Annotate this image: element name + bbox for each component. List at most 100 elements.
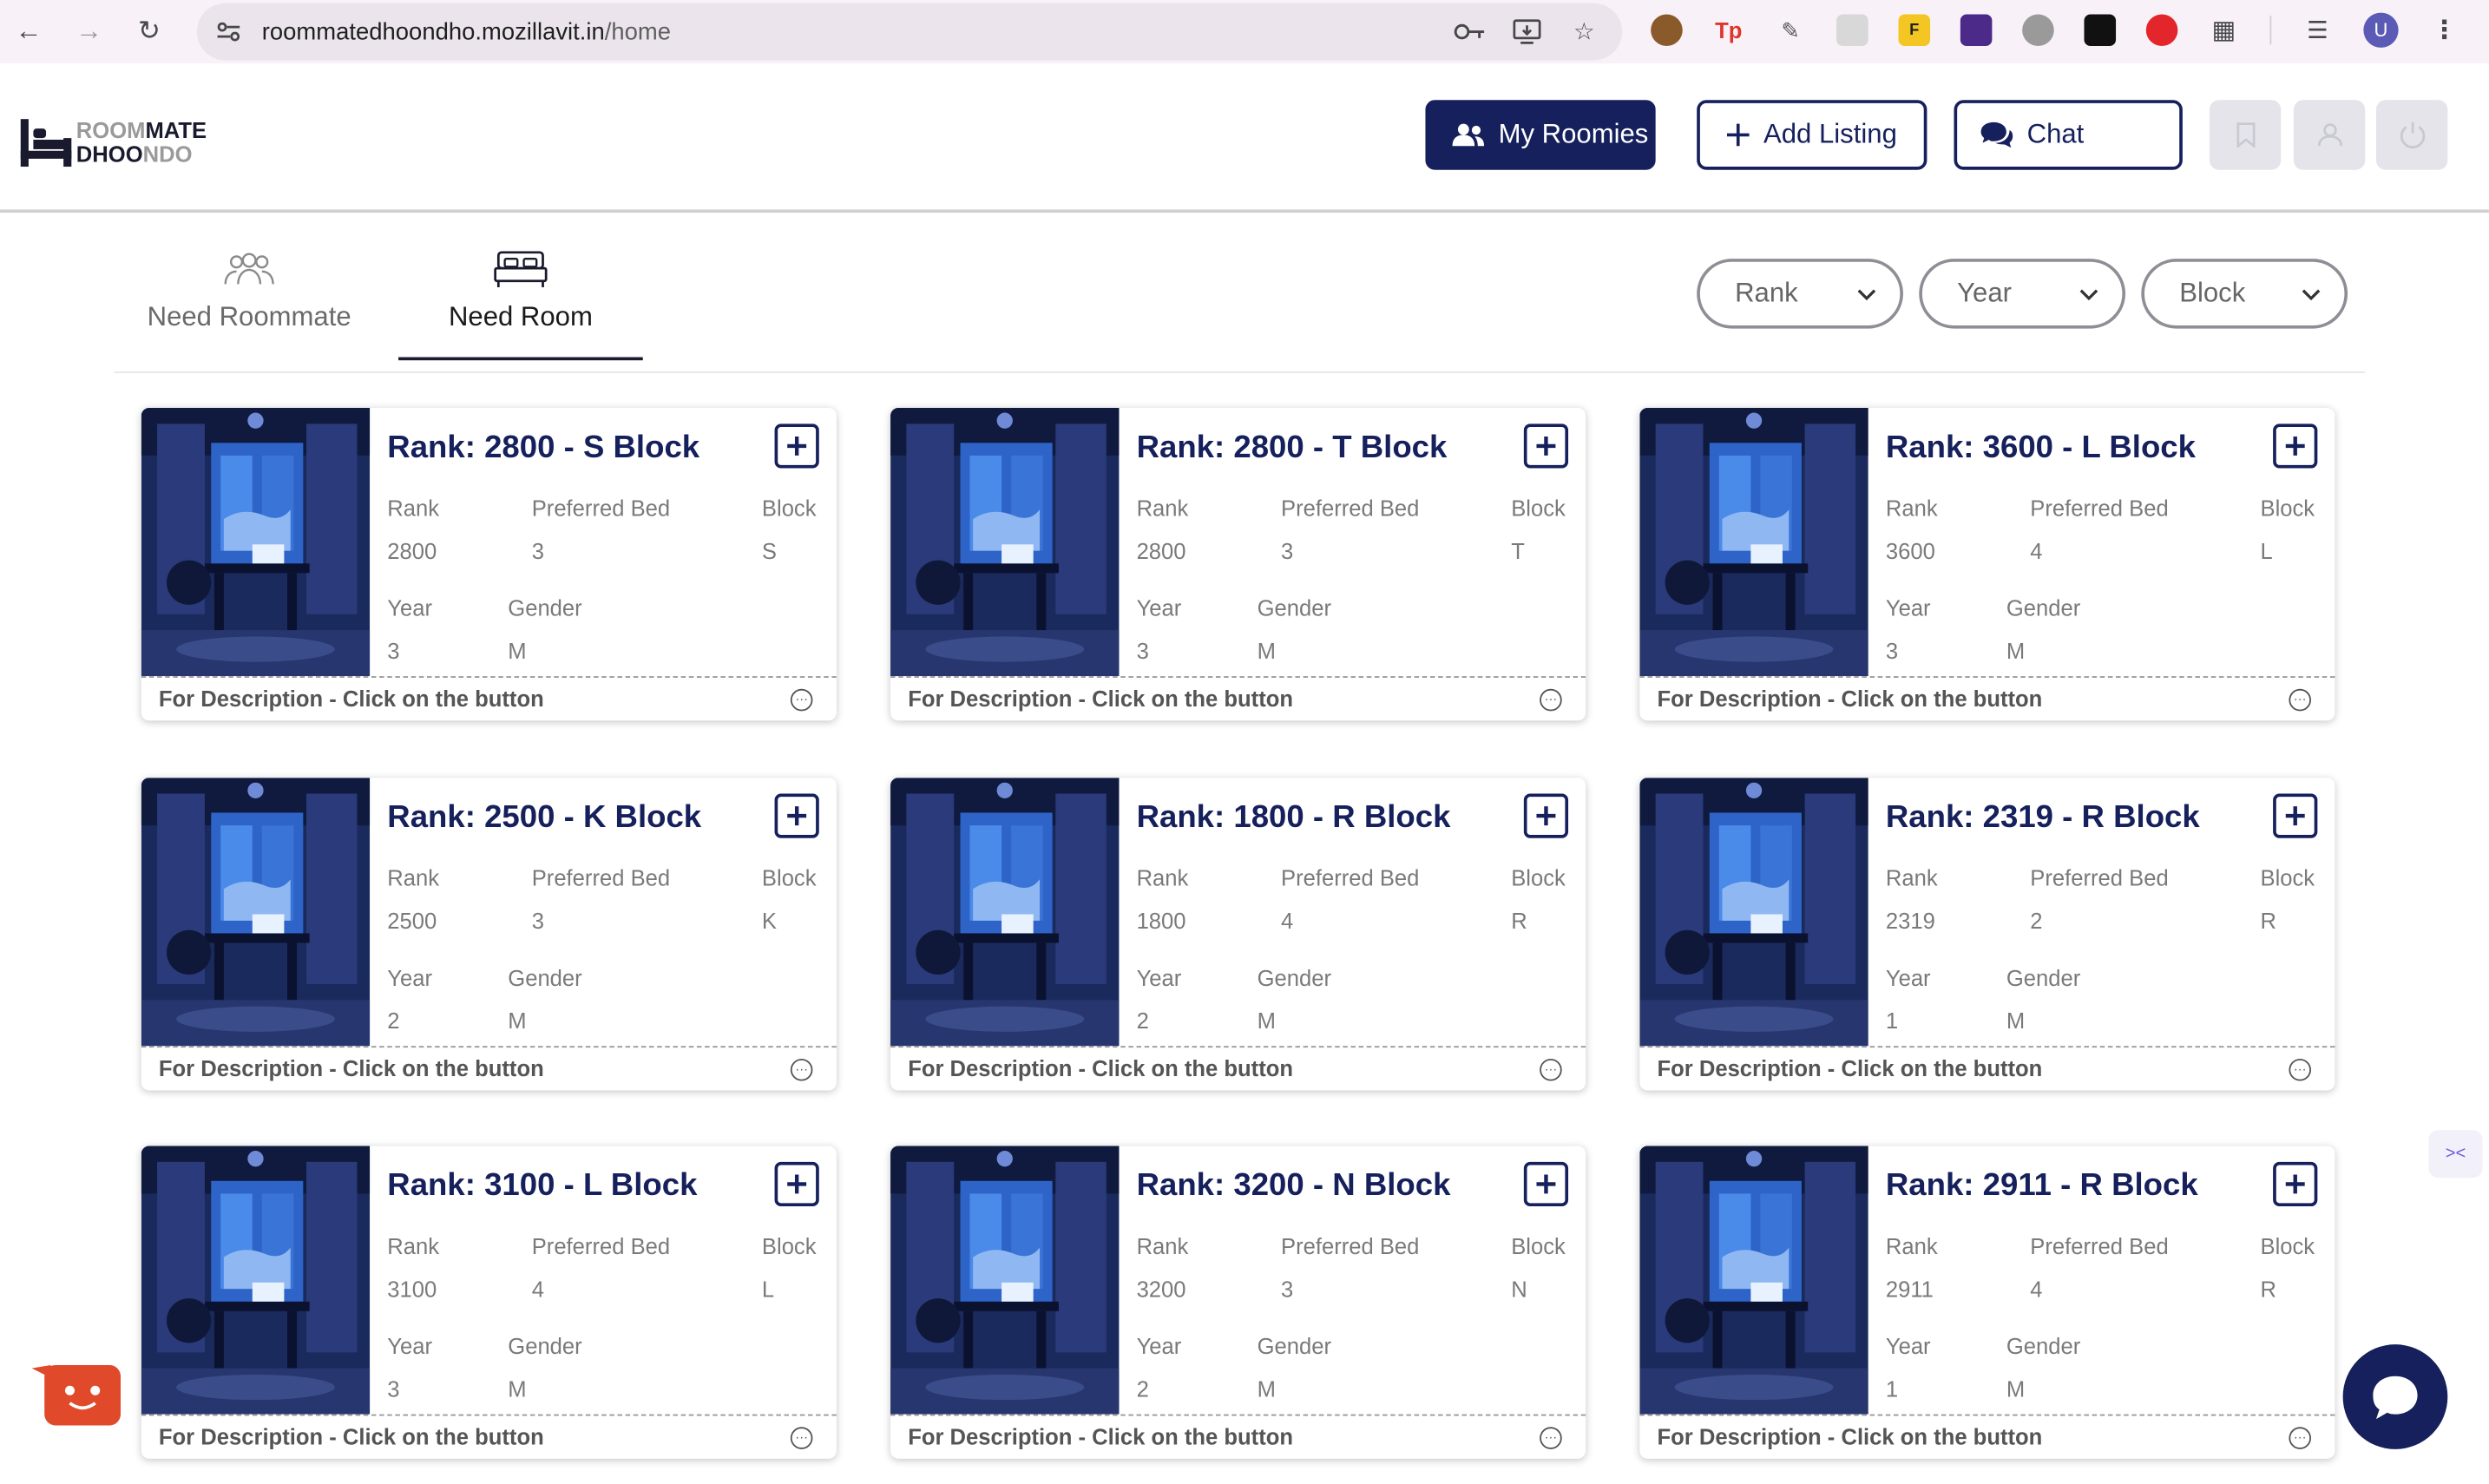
card-title: Rank: 2500 - K Block — [387, 799, 702, 836]
gender-value: M — [2006, 1376, 2026, 1402]
description-hint: For Description - Click on the button — [908, 1423, 1294, 1449]
listing-card[interactable]: Rank: 3100 - L Block Rank Preferred Bed … — [141, 1146, 837, 1459]
add-to-roomies-button[interactable] — [2273, 424, 2318, 469]
side-widget-button[interactable]: >< — [2428, 1130, 2483, 1179]
f-extension-icon[interactable]: F — [1898, 14, 1931, 47]
rank-value: 3200 — [1136, 1276, 1186, 1302]
block-value: R — [2260, 908, 2277, 934]
block-label: Block — [2260, 1233, 2315, 1259]
profile-avatar[interactable]: U — [2363, 12, 2399, 48]
more-options-icon[interactable]: ··· — [2289, 1058, 2312, 1081]
listing-card[interactable]: Rank: 2800 - T Block Rank Preferred Bed … — [890, 408, 1586, 721]
address-bar[interactable]: roommatedhoondho.mozillavit.in/home ☆ — [196, 3, 1623, 61]
add-to-roomies-button[interactable] — [1523, 793, 1569, 838]
more-options-icon[interactable]: ··· — [790, 1058, 813, 1081]
logo[interactable]: ROOMMATE DHOONDO — [19, 116, 207, 170]
year-label: Year — [1136, 1333, 1182, 1359]
description-hint: For Description - Click on the button — [908, 686, 1294, 712]
tab-need-room[interactable]: Need Room — [398, 238, 643, 361]
purple-extension-icon[interactable] — [1960, 14, 1993, 47]
browser-menu-icon[interactable]: ⋮ — [2428, 14, 2460, 46]
listing-card[interactable]: Rank: 3600 - L Block Rank Preferred Bed … — [1639, 408, 2335, 721]
year-filter-select[interactable]: Year — [1919, 259, 2126, 329]
clipboard-extension-icon[interactable] — [1836, 14, 1868, 47]
extensions-puzzle-icon[interactable]: ▦ — [2208, 14, 2240, 46]
listing-card[interactable]: Rank: 2800 - S Block Rank Preferred Bed … — [141, 408, 837, 721]
rank-value: 3600 — [1885, 538, 1935, 564]
add-to-roomies-button[interactable] — [774, 1161, 819, 1207]
room-photo — [141, 408, 371, 677]
rank-value: 2800 — [1136, 538, 1186, 564]
block-value: K — [761, 908, 778, 934]
chat-icon — [1980, 121, 2014, 149]
block-label: Block — [1511, 495, 1566, 521]
preferred-bed-label: Preferred Bed — [1281, 1233, 1420, 1259]
reload-icon[interactable]: ↻ — [130, 13, 168, 51]
gray-extension-icon[interactable] — [2022, 14, 2054, 47]
my-roomies-button[interactable]: My Roomies — [1425, 100, 1656, 170]
description-hint: For Description - Click on the button — [158, 1423, 544, 1449]
profile-button[interactable] — [2293, 100, 2366, 170]
bookmark-button[interactable] — [2209, 100, 2282, 170]
logo-text-ndo: NDO — [142, 141, 193, 167]
install-app-icon[interactable] — [1511, 16, 1543, 48]
block-value: L — [2260, 538, 2273, 564]
plus-icon — [1536, 436, 1556, 456]
live-chat-button[interactable] — [2342, 1344, 2448, 1449]
year-label: Year — [387, 1333, 433, 1359]
password-key-icon[interactable] — [1454, 16, 1486, 48]
add-to-roomies-button[interactable] — [1523, 1161, 1569, 1207]
block-label: Block — [761, 864, 817, 891]
listing-card[interactable]: Rank: 2911 - R Block Rank Preferred Bed … — [1639, 1146, 2335, 1459]
logo-text-dhoo: DHOO — [76, 141, 143, 167]
preferred-bed-label: Preferred Bed — [531, 1233, 671, 1259]
site-info-icon[interactable] — [213, 16, 245, 48]
more-options-icon[interactable]: ··· — [790, 1427, 813, 1449]
add-to-roomies-button[interactable] — [774, 424, 819, 469]
preferred-bed-value: 4 — [1281, 908, 1294, 934]
opera-extension-icon[interactable] — [2145, 14, 2178, 47]
listing-card[interactable]: Rank: 1800 - R Block Rank Preferred Bed … — [890, 778, 1586, 1091]
rank-value: 1800 — [1136, 908, 1186, 934]
forward-icon[interactable]: → — [69, 13, 108, 51]
add-to-roomies-button[interactable] — [2273, 793, 2318, 838]
gender-value: M — [1257, 1376, 1276, 1402]
chat-bubble-icon — [2373, 1376, 2418, 1420]
media-queue-icon[interactable]: ☰ — [2302, 14, 2334, 46]
more-options-icon[interactable]: ··· — [2289, 688, 2312, 712]
tp-extension-icon[interactable]: Tp — [1712, 14, 1744, 46]
gender-value: M — [1257, 638, 1276, 664]
year-value: 2 — [1136, 1008, 1149, 1034]
year-value: 1 — [1885, 1376, 1899, 1402]
more-options-icon[interactable]: ··· — [1540, 1058, 1562, 1081]
room-photo — [1639, 1146, 1868, 1415]
back-icon[interactable]: ← — [10, 13, 48, 51]
more-options-icon[interactable]: ··· — [2289, 1427, 2312, 1449]
add-to-roomies-button[interactable] — [2273, 1161, 2318, 1207]
black-extension-icon[interactable] — [2084, 14, 2117, 47]
card-title: Rank: 2911 - R Block — [1885, 1168, 2198, 1204]
more-options-icon[interactable]: ··· — [790, 688, 813, 712]
logout-button[interactable] — [2376, 100, 2448, 170]
tab-need-roommate[interactable]: Need Roommate — [134, 238, 365, 333]
chevron-down-icon — [2079, 289, 2098, 301]
card-footer: For Description - Click on the button ··… — [141, 1046, 837, 1090]
room-photo — [1639, 778, 1868, 1047]
listing-card[interactable]: Rank: 2500 - K Block Rank Preferred Bed … — [141, 778, 837, 1091]
rank-filter-select[interactable]: Rank — [1697, 259, 1903, 329]
more-options-icon[interactable]: ··· — [1540, 688, 1562, 712]
bookmark-star-icon[interactable]: ☆ — [1568, 16, 1600, 48]
more-options-icon[interactable]: ··· — [1540, 1427, 1562, 1449]
notes-extension-icon[interactable]: ✎ — [1775, 14, 1807, 46]
add-listing-button[interactable]: Add Listing — [1697, 100, 1927, 170]
block-value: S — [761, 538, 778, 564]
cookie-extension-icon[interactable] — [1651, 14, 1683, 47]
robot-helper-icon[interactable] — [31, 1362, 124, 1428]
block-filter-select[interactable]: Block — [2141, 259, 2348, 329]
block-label: Block — [2260, 495, 2315, 521]
listing-card[interactable]: Rank: 2319 - R Block Rank Preferred Bed … — [1639, 778, 2335, 1091]
listing-card[interactable]: Rank: 3200 - N Block Rank Preferred Bed … — [890, 1146, 1586, 1459]
add-to-roomies-button[interactable] — [1523, 424, 1569, 469]
add-to-roomies-button[interactable] — [774, 793, 819, 838]
chat-button[interactable]: Chat — [1954, 100, 2183, 170]
